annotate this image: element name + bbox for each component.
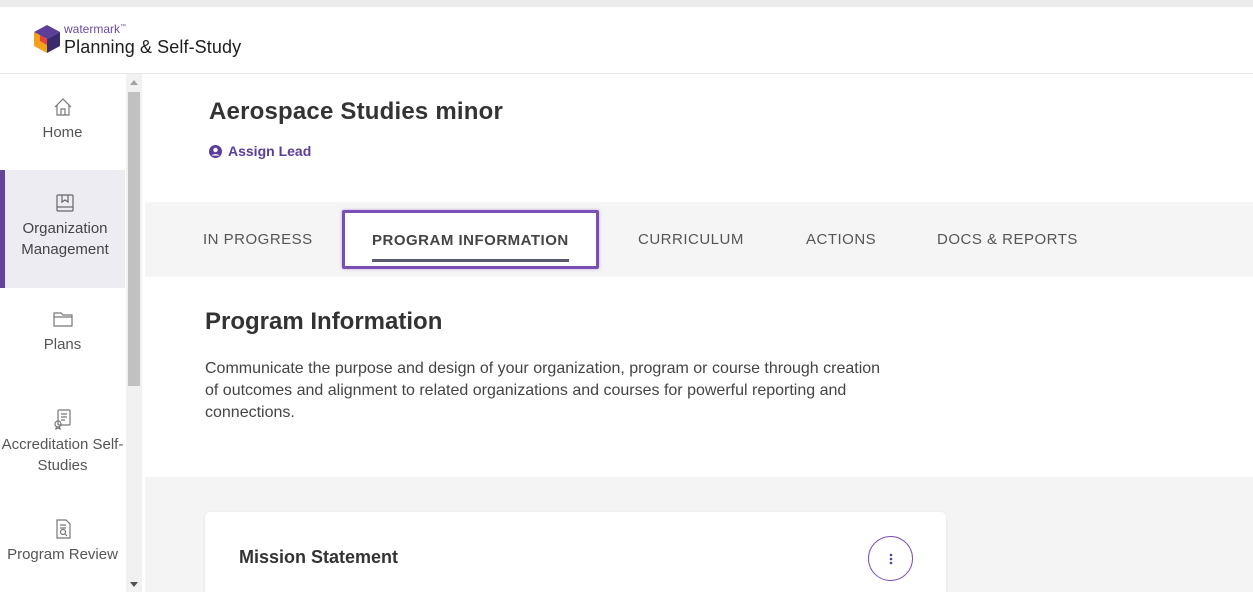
review-document-icon	[55, 519, 71, 539]
sidebar-item-label: Home	[42, 124, 83, 141]
program-information-section: Program Information Communicate the purp…	[145, 277, 1253, 477]
sidebar-item-plans[interactable]: Plans	[0, 308, 125, 378]
kebab-menu-icon	[889, 553, 892, 564]
sidebar-item-label: Organization Management	[21, 220, 109, 258]
scrollbar-thumb[interactable]	[128, 92, 140, 386]
main-content: Aerospace Studies minor Assign Lead IN P…	[145, 74, 1253, 592]
card-title: Mission Statement	[239, 547, 399, 567]
sidebar-item-organization-management[interactable]: Organization Management	[0, 170, 125, 288]
scroll-down-arrow-icon[interactable]	[130, 582, 138, 587]
app-header: watermark™ Planning & Self-Study	[0, 0, 1253, 74]
section-description: Communicate the purpose and design of yo…	[205, 360, 881, 421]
page-title: Aerospace Studies minor	[209, 98, 504, 125]
brand-product-title: Planning & Self-Study	[64, 37, 242, 57]
certificate-icon	[53, 409, 71, 430]
book-icon	[56, 194, 74, 212]
scroll-up-arrow-icon[interactable]	[130, 80, 138, 85]
tab-actions[interactable]: ACTIONS	[806, 202, 876, 277]
assign-lead-label: Assign Lead	[228, 143, 312, 159]
user-circle-icon	[209, 144, 222, 158]
tab-program-information[interactable]: PROGRAM INFORMATION	[342, 210, 599, 269]
home-icon	[54, 98, 71, 116]
brand[interactable]: watermark™ Planning & Self-Study	[64, 21, 241, 58]
folder-icon	[52, 312, 73, 327]
sidebar-item-label: Accreditation Self-Studies	[1, 436, 124, 474]
active-tab-indicator	[372, 259, 569, 262]
sidebar-nav: Home Organization Management Plans Accre…	[0, 74, 145, 592]
tab-curriculum[interactable]: CURRICULUM	[638, 202, 744, 277]
sidebar-item-label: Plans	[43, 336, 82, 353]
watermark-logo-icon[interactable]	[30, 23, 64, 55]
tab-docs-reports[interactable]: DOCS & REPORTS	[937, 202, 1078, 277]
sidebar-item-label: Program Review	[7, 546, 118, 563]
sidebar-item-accreditation-self-studies[interactable]: Accreditation Self-Studies	[0, 408, 125, 488]
brand-company: watermark™	[64, 22, 127, 36]
page-header: Aerospace Studies minor Assign Lead	[145, 74, 1253, 202]
sidebar-scrollbar[interactable]	[126, 74, 142, 592]
mission-statement-card: Mission Statement	[205, 512, 946, 592]
section-title: Program Information	[205, 308, 443, 335]
assign-lead-button[interactable]: Assign Lead	[209, 143, 311, 159]
tab-in-progress[interactable]: IN PROGRESS	[203, 202, 313, 277]
more-options-button[interactable]	[868, 536, 913, 581]
tab-bar: IN PROGRESS PROGRAM INFORMATION CURRICUL…	[145, 202, 1253, 277]
sidebar-item-home[interactable]: Home	[0, 96, 125, 176]
sidebar-item-program-review[interactable]: Program Review	[0, 518, 125, 592]
